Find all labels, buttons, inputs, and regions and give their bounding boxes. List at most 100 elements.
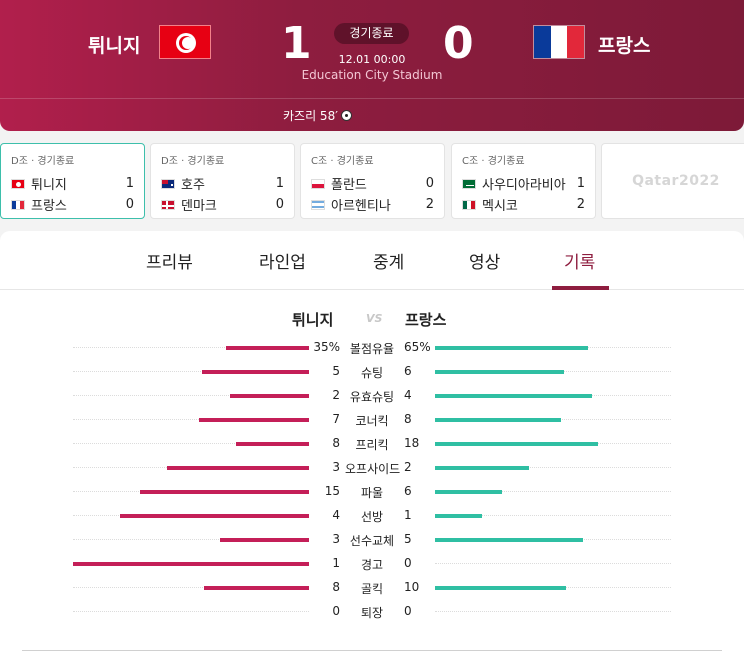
match-card-away-score: 0 [125,197,134,212]
stat-label: 코너킥 [355,414,389,428]
stat-bar-away [435,586,566,590]
stat-home-value: 0 [332,604,340,618]
stat-away-value: 1 [404,508,412,522]
stat-bar-away [435,538,583,542]
stat-row: 3 오프사이드 2 [0,457,744,481]
stat-bar-home [202,370,309,374]
team-flag-icon [161,178,175,189]
match-header: 튀니지 1 경기종료 12.01 00:00 Education City St… [0,0,744,131]
stat-home-value: 7 [332,412,340,426]
match-card-group: C조 · 경기종료 [462,156,525,167]
team-flag-icon [11,178,25,189]
stat-track-home [73,611,309,612]
stat-row: 7 코너킥 8 [0,409,744,433]
stat-away-value: 6 [404,364,412,378]
stat-row: 8 프리킥 18 [0,433,744,457]
match-card[interactable]: C조 · 경기종료사우디아라비아 1 멕시코 2 [451,143,596,219]
goal-scorer-text: 카즈리 58′ [283,109,338,123]
team-flag-icon [462,178,476,189]
stat-label: 프리킥 [355,438,389,452]
stat-track-away [435,563,671,564]
stats-panel: 프리뷰 라인업 중계 영상 기록 튀니지 VS 프랑스 35% 볼점유율 65% 5 슈팅 6 2 유… [0,231,744,657]
match-card-away-score: 0 [275,197,284,212]
stat-label: 퇴장 [360,606,384,620]
stat-bar-home [230,394,309,398]
stat-home-value: 4 [332,508,340,522]
stats-home-team: 튀니지 [292,311,334,329]
stat-bar-away [435,418,561,422]
match-cards: D조 · 경기종료 튀니지 1 프랑스 0 D조 · 경기종료 호주 1 덴마크 0 C조 · 경기… [0,143,744,220]
soccer-ball-icon [340,110,352,121]
stat-bar-home [220,538,309,542]
stat-label: 슈팅 [360,366,384,380]
tab-1[interactable]: 라인업 [259,248,306,273]
away-team-name[interactable]: 프랑스 [598,31,650,58]
stat-home-value: 8 [332,436,340,450]
team-flag-icon [462,199,476,210]
stat-label: 파울 [360,486,384,500]
stat-row: 0 퇴장 0 [0,601,744,625]
match-card-away-row: 덴마크 0 [161,194,284,215]
match-card-home-team: 사우디아라비아 [482,178,566,193]
vs-label: VS [366,312,383,325]
stat-row: 35% 볼점유율 65% [0,337,744,361]
stat-home-value: 8 [332,580,340,594]
stat-away-value: 18 [404,436,420,450]
stat-label: 경고 [360,558,384,572]
match-card-group: D조 · 경기종료 [11,156,75,167]
tab-0[interactable]: 프리뷰 [146,248,193,273]
stat-bar-away [435,442,598,446]
match-card-away-row: 아르헨티나 2 [311,194,434,215]
stat-away-value: 5 [404,532,412,546]
match-card-away-row: 멕시코 2 [462,194,585,215]
stat-track-away [435,611,671,612]
stat-away-value: 65% [404,340,431,354]
match-card-home-score: 1 [125,176,134,191]
match-card[interactable]: D조 · 경기종료 튀니지 1 프랑스 0 [0,143,145,219]
stat-away-value: 6 [404,484,412,498]
tab-4[interactable]: 기록 [564,248,595,273]
match-time: 12.01 00:00 [338,53,406,66]
match-card-home-score: 1 [576,176,585,191]
match-card[interactable]: C조 · 경기종료 폴란드 0 아르헨티나 2 [300,143,445,219]
stat-label: 볼점유율 [349,342,395,356]
team-flag-icon [11,199,25,210]
home-team-name[interactable]: 튀니지 [88,31,140,58]
match-status-badge: 경기종료 [334,23,409,44]
stat-label: 선수교체 [349,534,395,548]
stat-label: 골킥 [360,582,384,596]
stat-bar-away [435,370,564,374]
tab-2[interactable]: 중계 [373,248,404,273]
france-flag-icon [533,25,585,59]
stat-home-value: 35% [313,340,340,354]
match-card-away-score: 2 [425,197,434,212]
stat-row: 3 선수교체 5 [0,529,744,553]
stat-row: 5 슈팅 6 [0,361,744,385]
stat-label: 선방 [360,510,384,524]
header-divider [0,98,744,99]
stat-bar-home [140,490,309,494]
stat-home-value: 3 [332,460,340,474]
stat-home-value: 1 [332,556,340,570]
stat-away-value: 4 [404,388,412,402]
stat-row: 4 선방 1 [0,505,744,529]
match-card-group: D조 · 경기종료 [161,156,225,167]
match-card-home-row: 튀니지 1 [11,173,134,194]
stat-bar-home [167,466,309,470]
match-card-away-team: 덴마크 [181,199,217,214]
stat-away-value: 2 [404,460,412,474]
match-card[interactable]: D조 · 경기종료 호주 1 덴마크 0 [150,143,295,219]
stat-home-value: 2 [332,388,340,402]
stat-bar-home [199,418,309,422]
stat-away-value: 0 [404,556,412,570]
stadium-name: Education City Stadium [301,68,443,82]
stat-bar-away [435,514,482,518]
stat-home-value: 3 [332,532,340,546]
match-card-home-score: 1 [275,176,284,191]
tab-3[interactable]: 영상 [469,248,500,273]
match-card-home-team: 폴란드 [331,178,367,193]
match-card-home-row: 폴란드 0 [311,173,434,194]
stat-bar-away [435,394,592,398]
stat-away-value: 8 [404,412,412,426]
team-flag-icon [311,178,325,189]
